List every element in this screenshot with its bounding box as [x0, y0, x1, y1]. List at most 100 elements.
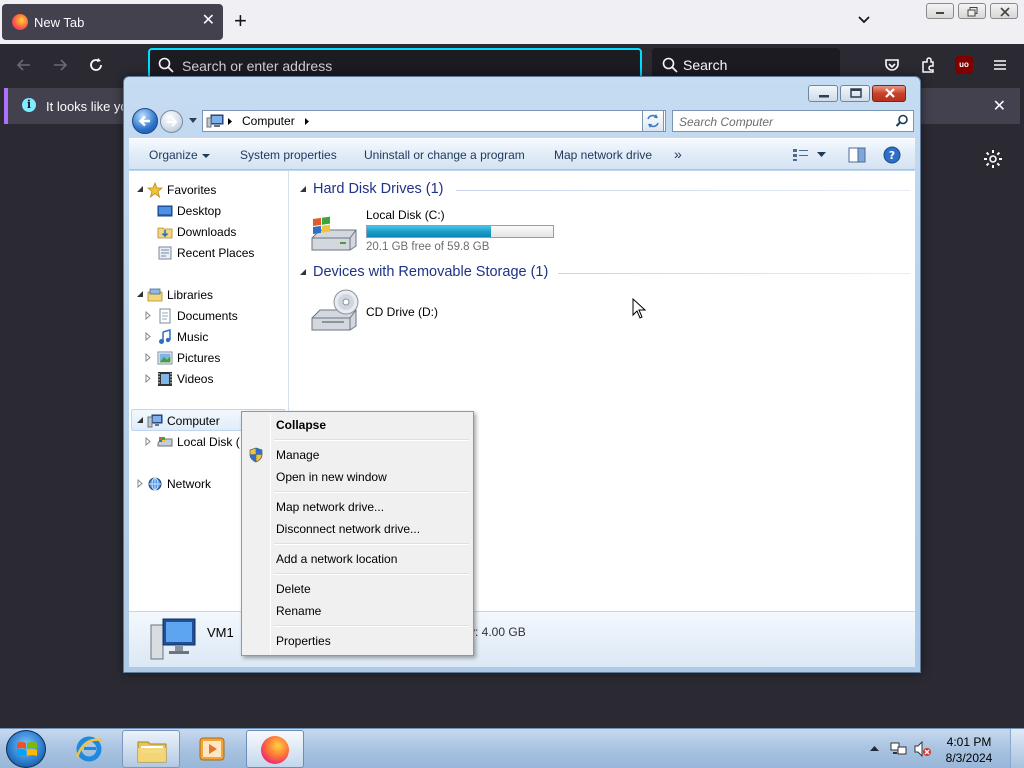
forward-button[interactable] — [160, 110, 183, 133]
menu-item-delete[interactable]: Delete — [244, 578, 471, 600]
back-arrow-icon[interactable] — [15, 56, 33, 74]
nav-label: Computer — [167, 414, 220, 428]
nav-item-documents[interactable]: Documents — [143, 306, 283, 326]
disk-usage-bar — [366, 225, 554, 238]
star-icon — [147, 182, 163, 198]
refresh-button[interactable] — [642, 110, 664, 132]
extensions-icon[interactable] — [919, 56, 937, 74]
close-button[interactable] — [872, 85, 906, 102]
menu-item-add-network-location[interactable]: Add a network location — [244, 548, 471, 570]
expanded-triangle-icon[interactable] — [137, 291, 144, 298]
drive-label: Local Disk (C:) — [366, 208, 445, 222]
nav-label: Local Disk ( — [177, 435, 240, 449]
breadcrumb-computer[interactable]: Computer — [242, 114, 295, 128]
collapsed-triangle-icon[interactable] — [137, 479, 143, 488]
tab-new-tab[interactable]: New Tab ✕ — [2, 4, 223, 40]
nav-item-libraries[interactable]: Libraries — [133, 285, 283, 305]
minimize-button[interactable] — [808, 85, 838, 102]
collapsed-triangle-icon[interactable] — [145, 311, 151, 320]
computer-name: VM1 — [207, 625, 234, 640]
notification-text: It looks like you — [46, 99, 135, 114]
organize-button[interactable]: Organize — [149, 148, 210, 162]
menu-item-label: Map network drive... — [276, 500, 385, 514]
nav-item-downloads[interactable]: Downloads — [143, 222, 283, 242]
menu-item-rename[interactable]: Rename — [244, 600, 471, 622]
reload-icon[interactable] — [87, 56, 105, 74]
search-box[interactable] — [672, 110, 914, 132]
expanded-triangle-icon[interactable] — [137, 417, 144, 424]
group-header-removable-storage[interactable]: Devices with Removable Storage (1) — [298, 263, 910, 283]
expanded-triangle-icon[interactable] — [300, 186, 307, 193]
more-commands-button[interactable]: » — [674, 146, 682, 162]
collapsed-triangle-icon[interactable] — [145, 353, 151, 362]
menu-item-collapse[interactable]: Collapse — [244, 414, 471, 436]
cd-drive-icon — [311, 289, 359, 331]
nav-item-videos[interactable]: Videos — [143, 369, 283, 389]
maximize-button[interactable] — [840, 85, 870, 102]
clock[interactable]: 4:01 PM 8/3/2024 — [936, 734, 1002, 766]
chevron-right-icon[interactable] — [227, 117, 233, 126]
chevron-down-icon[interactable] — [817, 152, 826, 158]
taskbar-internet-explorer[interactable] — [60, 730, 118, 768]
menu-item-manage[interactable]: Manage — [244, 444, 471, 466]
forward-arrow-icon[interactable] — [51, 56, 69, 74]
recent-pages-dropdown-icon[interactable] — [188, 117, 198, 124]
map-network-drive-button[interactable]: Map network drive — [554, 148, 652, 162]
show-desktop-button[interactable] — [1010, 729, 1024, 768]
expanded-triangle-icon[interactable] — [137, 186, 144, 193]
gear-icon[interactable] — [983, 149, 1003, 169]
collapsed-triangle-icon[interactable] — [145, 332, 151, 341]
ublock-origin-icon[interactable]: uo — [955, 56, 973, 74]
chevron-down-icon — [201, 153, 210, 158]
network-status-icon[interactable] — [890, 741, 908, 757]
taskbar-firefox[interactable] — [246, 730, 304, 768]
menu-item-properties[interactable]: Properties — [244, 630, 471, 652]
drive-local-disk-c[interactable]: Local Disk (C:) 20.1 GB free of 59.8 GB — [310, 208, 580, 258]
pocket-icon[interactable] — [883, 56, 901, 74]
system-tray: 4:01 PM 8/3/2024 — [866, 729, 1024, 768]
nav-item-desktop[interactable]: Desktop — [143, 201, 283, 221]
menu-item-open-new-window[interactable]: Open in new window — [244, 466, 471, 488]
nav-item-recent-places[interactable]: Recent Places — [143, 243, 283, 263]
nav-item-pictures[interactable]: Pictures — [143, 348, 283, 368]
search-icon[interactable] — [895, 114, 909, 128]
menu-separator — [274, 439, 469, 441]
vm-minimize-button[interactable] — [926, 3, 954, 19]
preview-pane-icon[interactable] — [848, 147, 866, 163]
address-row: Computer — [132, 107, 914, 135]
list-all-tabs-icon[interactable] — [856, 12, 872, 28]
breadcrumb-bar[interactable]: Computer — [202, 110, 666, 132]
show-hidden-icons-icon[interactable] — [870, 745, 879, 752]
taskbar-media-player[interactable] — [184, 730, 242, 768]
collapsed-triangle-icon[interactable] — [145, 437, 151, 446]
uninstall-program-button[interactable]: Uninstall or change a program — [364, 148, 525, 162]
new-tab-button[interactable]: + — [234, 9, 247, 33]
system-properties-button[interactable]: System properties — [240, 148, 337, 162]
drive-cd-d[interactable]: CD Drive (D:) — [310, 288, 510, 338]
taskbar-windows-explorer[interactable] — [122, 730, 180, 768]
volume-muted-icon[interactable] — [914, 741, 932, 757]
search-computer-input[interactable] — [679, 114, 889, 129]
tab-close-icon[interactable]: ✕ — [202, 13, 215, 29]
group-header-hard-disk-drives[interactable]: Hard Disk Drives (1) — [298, 180, 910, 200]
computer-icon — [150, 618, 196, 660]
menu-item-disconnect-network-drive[interactable]: Disconnect network drive... — [244, 518, 471, 540]
hamburger-menu-icon[interactable] — [991, 56, 1009, 74]
chevron-right-icon[interactable] — [304, 117, 310, 126]
vm-close-button[interactable] — [990, 3, 1018, 19]
notification-close-icon[interactable]: ✕ — [993, 96, 1006, 116]
help-icon[interactable]: ? — [883, 146, 901, 164]
menu-item-map-network-drive[interactable]: Map network drive... — [244, 496, 471, 518]
menu-item-label: Add a network location — [276, 552, 398, 566]
nav-item-favorites[interactable]: Favorites — [133, 180, 283, 200]
start-button[interactable] — [6, 730, 46, 768]
clock-time: 4:01 PM — [946, 735, 992, 749]
back-button[interactable] — [132, 108, 158, 134]
expanded-triangle-icon[interactable] — [300, 269, 307, 276]
vm-restore-button[interactable] — [958, 3, 986, 19]
collapsed-triangle-icon[interactable] — [145, 374, 151, 383]
change-view-icon[interactable] — [792, 148, 810, 162]
nav-item-music[interactable]: Music — [143, 327, 283, 347]
address-input[interactable] — [182, 57, 622, 75]
menu-separator — [274, 491, 469, 493]
